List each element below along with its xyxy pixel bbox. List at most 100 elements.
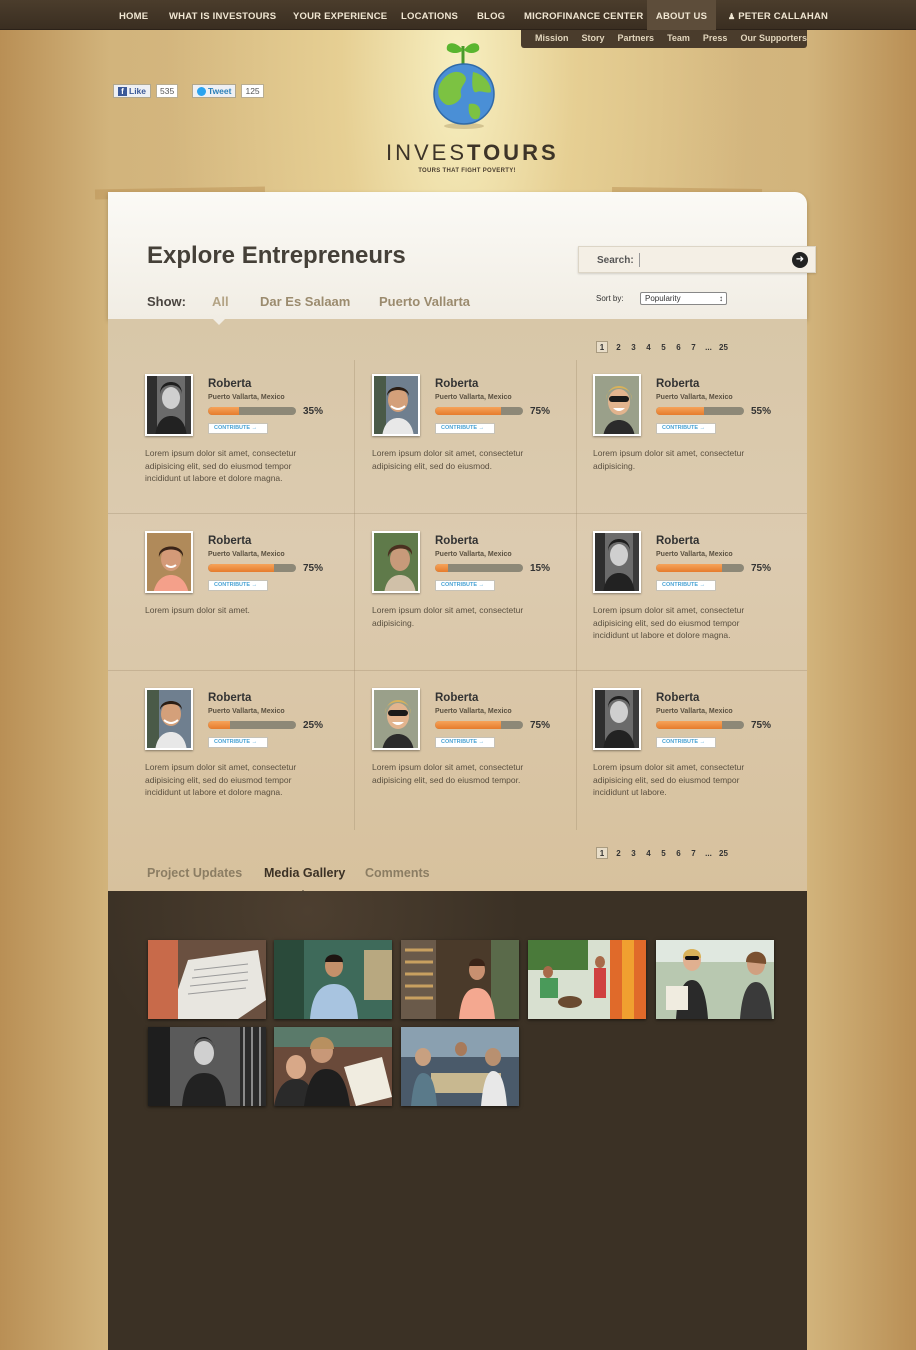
contribute-button[interactable]: CONTRIBUTE →: [208, 423, 268, 434]
subnav-partners[interactable]: Partners: [610, 30, 660, 48]
nav-your-experience[interactable]: Your Experience: [293, 0, 387, 30]
globe-sprout-logo-icon[interactable]: [429, 38, 499, 130]
page-link[interactable]: 2: [611, 343, 626, 352]
entrepreneur-location: Puerto Vallarta, Mexico: [435, 551, 512, 558]
funding-percent: 75%: [530, 720, 551, 731]
page-link[interactable]: 3: [626, 849, 641, 858]
page-link-last[interactable]: 25: [716, 343, 731, 352]
funding-progress-fill: [435, 564, 449, 572]
nav-about-us[interactable]: About Us: [647, 0, 716, 30]
entrepreneur-name[interactable]: Roberta: [656, 378, 699, 390]
contribute-button[interactable]: CONTRIBUTE →: [656, 580, 716, 591]
gallery-photo[interactable]: [274, 1027, 392, 1106]
entrepreneur-photo[interactable]: [593, 374, 641, 436]
page-link[interactable]: 2: [611, 849, 626, 858]
contribute-button[interactable]: CONTRIBUTE →: [435, 580, 495, 591]
filter-puerto-vallarta[interactable]: Puerto Vallarta: [379, 294, 470, 309]
entrepreneur-photo[interactable]: [372, 688, 420, 750]
filter-all[interactable]: All: [212, 294, 229, 309]
entrepreneur-name[interactable]: Roberta: [435, 535, 478, 547]
funding-percent: 35%: [303, 406, 324, 417]
gallery-photo[interactable]: [148, 1027, 266, 1106]
page-link[interactable]: 1: [596, 847, 608, 859]
pagination-bottom: 1 2 3 4 5 6 7 ... 25: [596, 847, 731, 859]
entrepreneur-card[interactable]: Roberta Puerto Vallarta, Mexico 55% CONT…: [593, 374, 793, 524]
entrepreneur-photo[interactable]: [145, 688, 193, 750]
contribute-button[interactable]: CONTRIBUTE →: [656, 737, 716, 748]
entrepreneur-card[interactable]: Roberta Puerto Vallarta, Mexico 75% CONT…: [593, 688, 793, 838]
contribute-button[interactable]: CONTRIBUTE →: [435, 737, 495, 748]
search-box: Search: ➜: [578, 246, 816, 273]
subnav-our-supporters[interactable]: Our Supporters: [732, 30, 812, 48]
funding-progress-bar: [656, 407, 744, 415]
tab-project-updates[interactable]: Project Updates: [147, 866, 242, 880]
search-input[interactable]: [639, 253, 789, 267]
page-link[interactable]: 1: [596, 341, 608, 353]
logo-bold: TOURS: [467, 140, 559, 165]
subnav-mission[interactable]: Mission: [527, 30, 574, 48]
page-link[interactable]: 5: [656, 849, 671, 858]
contribute-button[interactable]: CONTRIBUTE →: [435, 423, 495, 434]
entrepreneur-name[interactable]: Roberta: [208, 378, 251, 390]
entrepreneur-card[interactable]: Roberta Puerto Vallarta, Mexico 75% CONT…: [145, 531, 345, 681]
entrepreneur-photo[interactable]: [372, 531, 420, 593]
page-link[interactable]: 6: [671, 849, 686, 858]
entrepreneur-description: Lorem ipsum dolor sit amet, consectetur …: [593, 605, 745, 640]
page-link[interactable]: 7: [686, 849, 701, 858]
funding-percent: 25%: [303, 720, 324, 731]
nav-blog[interactable]: Blog: [477, 0, 505, 30]
page-link[interactable]: 3: [626, 343, 641, 352]
gallery-photo[interactable]: [401, 940, 519, 1019]
entrepreneur-name[interactable]: Roberta: [656, 692, 699, 704]
entrepreneur-photo[interactable]: [145, 531, 193, 593]
gallery-photo[interactable]: [274, 940, 392, 1019]
tab-media-gallery[interactable]: Media Gallery: [264, 866, 345, 880]
entrepreneur-name[interactable]: Roberta: [435, 378, 478, 390]
nav-user[interactable]: ♟ Peter Callahan: [728, 0, 828, 30]
funding-progress-bar: [656, 564, 744, 572]
page-link[interactable]: 7: [686, 343, 701, 352]
nav-locations[interactable]: Locations: [401, 0, 458, 30]
entrepreneur-photo[interactable]: [593, 531, 641, 593]
logo-wordmark[interactable]: INVESTOURS: [386, 140, 556, 166]
page-link[interactable]: 6: [671, 343, 686, 352]
page-link[interactable]: 4: [641, 849, 656, 858]
gallery-photo[interactable]: [528, 940, 646, 1019]
entrepreneur-name[interactable]: Roberta: [656, 535, 699, 547]
page-link[interactable]: 4: [641, 343, 656, 352]
page-link[interactable]: 5: [656, 343, 671, 352]
subnav-story[interactable]: Story: [574, 30, 610, 48]
entrepreneur-card[interactable]: Roberta Puerto Vallarta, Mexico 75% CONT…: [372, 374, 572, 524]
contribute-button[interactable]: CONTRIBUTE →: [208, 737, 268, 748]
entrepreneur-card[interactable]: Roberta Puerto Vallarta, Mexico 25% CONT…: [145, 688, 345, 838]
page-link-last[interactable]: 25: [716, 849, 731, 858]
funding-progress-bar: [208, 564, 296, 572]
entrepreneur-card[interactable]: Roberta Puerto Vallarta, Mexico 75% CONT…: [372, 688, 572, 838]
gallery-photo[interactable]: [148, 940, 266, 1019]
nav-microfinance-center[interactable]: Microfinance Center: [524, 0, 643, 30]
entrepreneur-name[interactable]: Roberta: [208, 535, 251, 547]
funding-progress-fill: [208, 564, 274, 572]
entrepreneur-card[interactable]: Roberta Puerto Vallarta, Mexico 75% CONT…: [593, 531, 793, 681]
entrepreneur-card[interactable]: Roberta Puerto Vallarta, Mexico 35% CONT…: [145, 374, 345, 524]
entrepreneur-photo[interactable]: [145, 374, 193, 436]
entrepreneur-photo[interactable]: [593, 688, 641, 750]
contribute-button[interactable]: CONTRIBUTE →: [208, 580, 268, 591]
entrepreneur-name[interactable]: Roberta: [435, 692, 478, 704]
subnav-team[interactable]: Team: [659, 30, 695, 48]
tweet-button[interactable]: Tweet: [192, 84, 237, 98]
facebook-like-button[interactable]: f Like: [113, 84, 152, 98]
entrepreneur-name[interactable]: Roberta: [208, 692, 251, 704]
entrepreneur-card[interactable]: Roberta Puerto Vallarta, Mexico 15% CONT…: [372, 531, 572, 681]
nav-home[interactable]: Home: [119, 0, 148, 30]
sort-select[interactable]: Popularity: [640, 292, 727, 305]
gallery-photo[interactable]: [656, 940, 774, 1019]
contribute-button[interactable]: CONTRIBUTE →: [656, 423, 716, 434]
gallery-photo[interactable]: [401, 1027, 519, 1106]
entrepreneur-photo[interactable]: [372, 374, 420, 436]
search-go-arrow-icon[interactable]: ➜: [792, 252, 808, 268]
nav-what-is-investours[interactable]: What is Investours: [169, 0, 276, 30]
subnav-press[interactable]: Press: [695, 30, 733, 48]
filter-dar-es-salaam[interactable]: Dar Es Salaam: [260, 294, 350, 309]
tab-comments[interactable]: Comments: [365, 866, 430, 880]
